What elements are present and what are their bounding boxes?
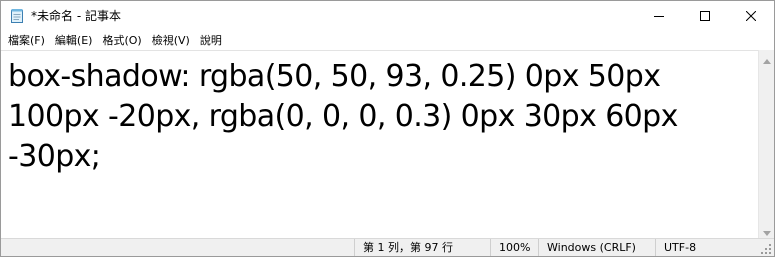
scroll-down-arrow-icon — [763, 221, 771, 240]
status-cursor-position: 第 1 列，第 97 行 — [354, 239, 490, 256]
window-title: *未命名 - 記事本 — [31, 9, 121, 23]
menu-format[interactable]: 格式(O) — [97, 32, 146, 49]
menu-file[interactable]: 檔案(F) — [3, 32, 50, 49]
menu-help[interactable]: 說明 — [195, 32, 227, 49]
maximize-icon — [700, 11, 710, 21]
menu-edit[interactable]: 編輯(E) — [50, 32, 98, 49]
title-bar[interactable]: *未命名 - 記事本 — [1, 1, 774, 31]
menu-view[interactable]: 檢視(V) — [147, 32, 195, 49]
status-bar: 第 1 列，第 97 行 100% Windows (CRLF) UTF-8 — [1, 238, 774, 256]
scroll-up-button[interactable] — [759, 49, 774, 68]
minimize-button[interactable] — [636, 1, 682, 31]
scroll-down-button[interactable] — [759, 221, 774, 240]
notepad-app-icon — [9, 8, 25, 24]
status-line-ending: Windows (CRLF) — [538, 239, 655, 256]
close-icon — [746, 11, 756, 21]
text-editor-area[interactable]: box-shadow: rgba(50, 50, 93, 0.25) 0px 5… — [1, 50, 758, 238]
notepad-window: *未命名 - 記事本 檔案(F) 編輯(E) 格式(O) 檢視(V) 說明 bo… — [0, 0, 775, 257]
editor-content[interactable]: box-shadow: rgba(50, 50, 93, 0.25) 0px 5… — [8, 57, 738, 177]
scroll-up-arrow-icon — [763, 49, 771, 68]
status-zoom: 100% — [490, 239, 538, 256]
menu-bar: 檔案(F) 編輯(E) 格式(O) 檢視(V) 說明 — [1, 31, 774, 50]
maximize-button[interactable] — [682, 1, 728, 31]
vertical-scrollbar[interactable] — [758, 50, 774, 238]
status-encoding: UTF-8 — [655, 239, 759, 256]
resize-grip-icon[interactable] — [760, 243, 772, 255]
close-button[interactable] — [728, 1, 774, 31]
minimize-icon — [654, 11, 664, 21]
